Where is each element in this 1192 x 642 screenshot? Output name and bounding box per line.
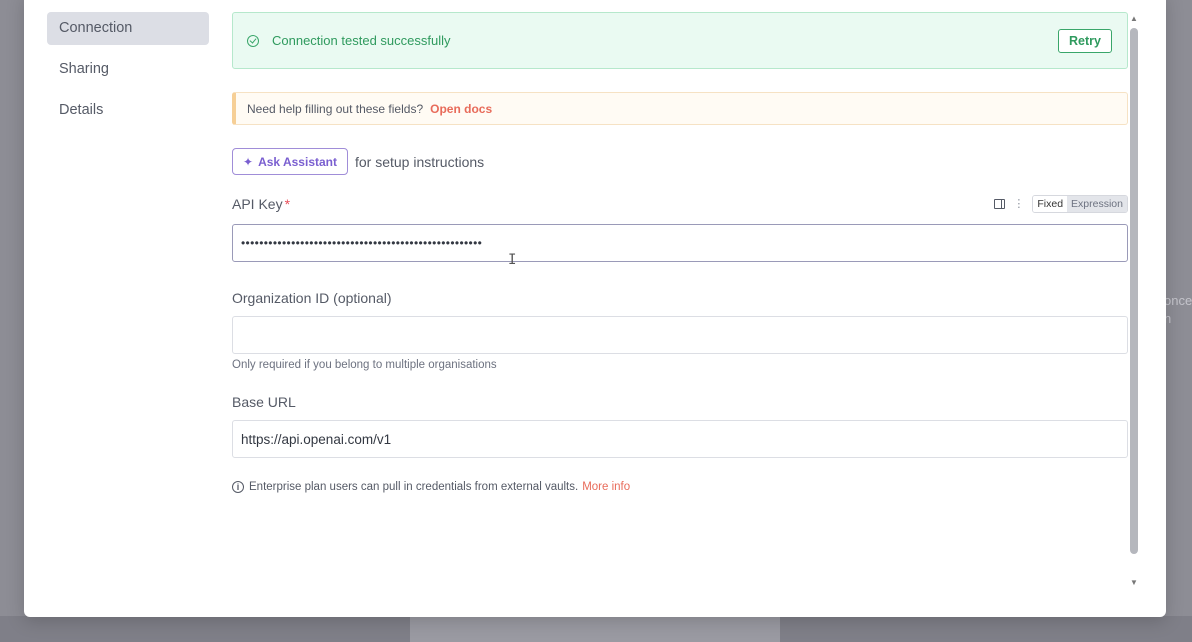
vault-info-text: Enterprise plan users can pull in creden… [249, 481, 579, 493]
background-text-line2: n [1164, 311, 1172, 326]
open-docs-link[interactable]: Open docs [430, 102, 492, 116]
backdrop-cell [410, 616, 780, 642]
more-vertical-icon[interactable]: ⋮ [1013, 199, 1024, 210]
mode-fixed[interactable]: Fixed [1033, 196, 1068, 212]
success-banner: Connection tested successfully Retry [232, 12, 1128, 69]
base-url-input[interactable] [232, 420, 1128, 458]
ask-assistant-label: Ask Assistant [258, 154, 337, 169]
retry-button[interactable]: Retry [1058, 29, 1112, 53]
mode-expression[interactable]: Expression [1067, 196, 1127, 212]
base-url-section: Base URL [232, 394, 1128, 458]
api-key-label-row: API Key * ⋮ Fixed Expression [232, 194, 1128, 214]
organization-label: Organization ID (optional) [232, 290, 392, 306]
help-banner: Need help filling out these fields? Open… [232, 92, 1128, 125]
api-key-masked-value: ••••••••••••••••••••••••••••••••••••••••… [241, 236, 483, 250]
ask-assistant-button[interactable]: ✦ Ask Assistant [232, 148, 348, 175]
organization-section: Organization ID (optional) Only required… [232, 290, 1128, 371]
success-message: Connection tested successfully [272, 33, 451, 48]
help-text: Need help filling out these fields? [247, 101, 424, 116]
sparkle-icon: ✦ [243, 154, 254, 169]
assistant-row: ✦ Ask Assistant for setup instructions [232, 148, 1128, 175]
organization-hint: Only required if you belong to multiple … [232, 359, 497, 371]
check-circle-icon [247, 34, 259, 47]
base-url-label: Base URL [232, 394, 296, 410]
assistant-note: for setup instructions [354, 153, 485, 170]
scrollbar[interactable] [1130, 28, 1138, 554]
vault-info: i Enterprise plan users can pull in cred… [232, 481, 1128, 493]
panel-icon[interactable] [994, 199, 1006, 209]
api-key-input[interactable]: ••••••••••••••••••••••••••••••••••••••••… [232, 224, 1128, 262]
more-info-link[interactable]: More info [582, 481, 630, 493]
info-icon: i [232, 481, 244, 493]
sidebar: Connection Sharing Details [47, 12, 209, 135]
api-key-label-text: API Key [232, 196, 283, 212]
required-mark: * [284, 196, 291, 212]
sidebar-item-sharing[interactable]: Sharing [47, 53, 209, 86]
sidebar-item-connection[interactable]: Connection [47, 12, 209, 45]
scroll-down-arrow-icon[interactable]: ▼ [1130, 578, 1138, 587]
sidebar-item-details[interactable]: Details [47, 94, 209, 127]
api-key-label: API Key * [232, 196, 290, 212]
credential-modal: Connection Sharing Details Connection te… [24, 0, 1166, 617]
background-text-line1: once [1164, 293, 1192, 308]
connection-form: Connection tested successfully Retry Nee… [232, 12, 1128, 493]
scroll-up-arrow-icon[interactable]: ▲ [1130, 14, 1138, 23]
fixed-expression-toggle: Fixed Expression [1032, 195, 1128, 213]
organization-input[interactable] [232, 316, 1128, 354]
field-tools: ⋮ Fixed Expression [994, 195, 1128, 213]
text-cursor-icon: I [508, 252, 517, 268]
